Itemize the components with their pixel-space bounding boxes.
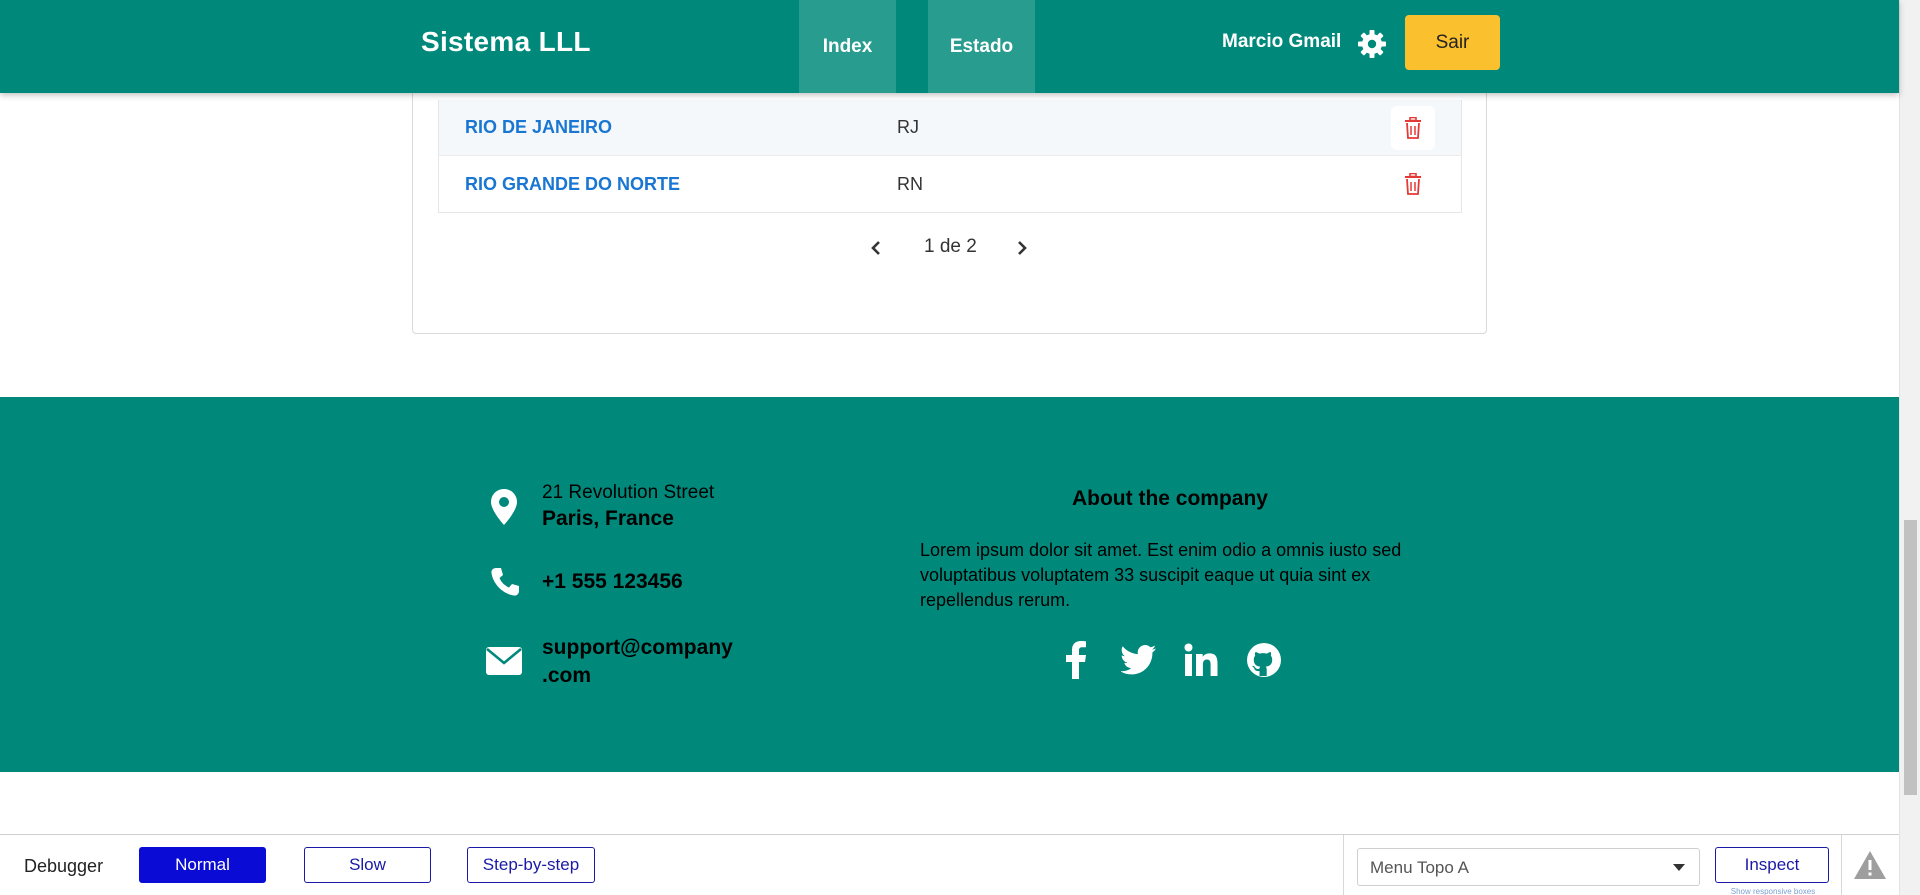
map-marker-icon	[486, 487, 522, 527]
pagination-text: 1 de 2	[924, 236, 977, 257]
states-table: RIO DE JANEIRO RJ RIO GRANDE DO NORTE RN	[438, 100, 1462, 213]
delete-button[interactable]	[1391, 106, 1435, 150]
state-name-link[interactable]: RIO DE JANEIRO	[465, 117, 612, 138]
footer-email-line2: .com	[542, 664, 592, 687]
top-navbar: Sistema LLL Index Estado Marcio Gmail Sa…	[0, 0, 1899, 93]
debugger-label: Debugger	[24, 856, 104, 876]
trash-icon	[1405, 173, 1421, 195]
about-text: Lorem ipsum dolor sit amet. Est enim odi…	[920, 540, 1402, 610]
about-title: About the company	[1071, 487, 1268, 510]
envelope-icon	[484, 644, 524, 678]
footer-email-line1: support@company	[542, 636, 733, 659]
trash-icon	[1405, 117, 1421, 139]
page-scrollbar[interactable]	[1899, 0, 1920, 895]
warning-button[interactable]	[1853, 850, 1887, 880]
settings-button[interactable]	[1356, 28, 1388, 60]
brand-title[interactable]: Sistema LLL	[421, 26, 591, 58]
chevron-left-icon	[871, 241, 880, 255]
twitter-icon	[1121, 645, 1156, 675]
facebook-icon	[1066, 641, 1086, 679]
table-row[interactable]: RIO DE JANEIRO RJ	[439, 100, 1461, 156]
inspect-button[interactable]: Inspect	[1715, 847, 1829, 883]
menu-select[interactable]: Menu Topo A	[1357, 848, 1700, 886]
inspect-hint: Show responsive boxes	[1730, 887, 1816, 895]
phone-icon	[487, 564, 523, 600]
debug-mode-slow-button[interactable]: Slow	[304, 847, 431, 883]
footer-address-city: Paris, France	[542, 507, 674, 530]
scrollbar-thumb[interactable]	[1904, 520, 1917, 795]
caret-down-icon	[1673, 864, 1685, 871]
footer-address-street: 21 Revolution Street	[542, 482, 715, 503]
facebook-link[interactable]	[1056, 638, 1096, 682]
linkedin-icon	[1184, 643, 1218, 676]
gear-icon	[1358, 30, 1386, 58]
next-page-button[interactable]	[1012, 237, 1032, 259]
delete-button[interactable]	[1391, 162, 1435, 206]
nav-tab-index[interactable]: Index	[799, 0, 896, 93]
user-name: Marcio Gmail	[1222, 31, 1342, 52]
github-icon	[1247, 643, 1281, 677]
state-uf: RN	[897, 173, 923, 194]
debug-mode-step-button[interactable]: Step-by-step	[467, 847, 595, 883]
page: RIO DE JANEIRO RJ RIO GRANDE DO NORTE RN	[0, 0, 1920, 895]
chevron-right-icon	[1018, 241, 1027, 255]
state-uf: RJ	[897, 117, 919, 137]
debug-mode-normal-button[interactable]: Normal	[139, 847, 266, 883]
table-row[interactable]: RIO GRANDE DO NORTE RN	[439, 156, 1461, 212]
footer-email[interactable]: support@company .com	[542, 634, 762, 690]
footer-phone[interactable]: +1 555 123456	[542, 570, 683, 594]
logout-button[interactable]: Sair	[1405, 15, 1500, 70]
debugger-divider	[1343, 835, 1344, 895]
debugger-divider	[1841, 835, 1842, 895]
prev-page-button[interactable]	[866, 237, 886, 259]
warning-icon	[1854, 851, 1886, 879]
menu-select-value: Menu Topo A	[1370, 858, 1469, 877]
twitter-link[interactable]	[1119, 638, 1159, 682]
linkedin-link[interactable]	[1181, 638, 1221, 682]
github-link[interactable]	[1244, 638, 1284, 682]
nav-tab-estado[interactable]: Estado	[928, 0, 1035, 93]
state-name-link[interactable]: RIO GRANDE DO NORTE	[465, 174, 680, 195]
